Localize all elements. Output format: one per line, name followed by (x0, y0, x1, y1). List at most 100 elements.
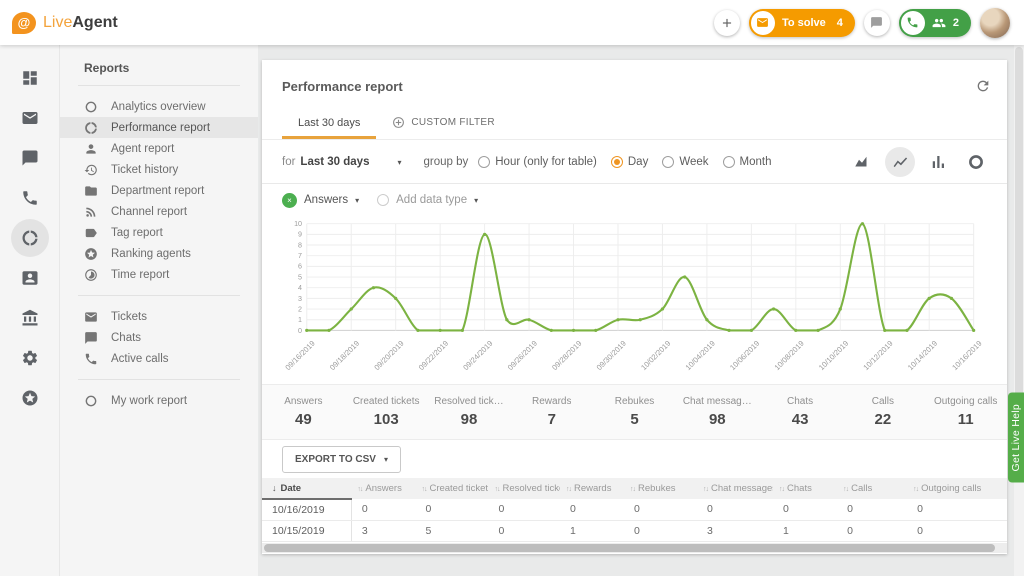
liveagent-logo[interactable]: @ LiveAgent (12, 12, 118, 34)
tab-last-30-days[interactable]: Last 30 days (282, 106, 376, 139)
remove-series-icon[interactable] (282, 193, 297, 208)
rail-item-star-circle[interactable] (10, 378, 50, 418)
stat-calls: Calls22 (841, 396, 924, 428)
table-cell: 3 (351, 520, 415, 541)
column-header-outgoing-calls[interactable]: Outgoing calls (907, 478, 1007, 499)
add-data-type-button[interactable]: Add data type (377, 194, 478, 206)
bar-chart-button[interactable] (923, 147, 953, 177)
export-csv-label: EXPORT TO CSV (295, 454, 376, 465)
radio-day[interactable]: Day (611, 156, 648, 168)
tab-custom-filter[interactable]: CUSTOM FILTER (376, 106, 511, 139)
table-row[interactable]: 10/15/2019350103100 (262, 520, 1007, 541)
sidebar-item-tickets[interactable]: Tickets (60, 306, 258, 327)
reports-sidebar: Reports Analytics overviewPerformance re… (60, 45, 258, 576)
brand-agent: Agent (72, 14, 117, 31)
date-range-select[interactable]: Last 30 days (300, 156, 401, 168)
horizontal-scrollbar[interactable] (262, 543, 1007, 553)
sidebar-item-ranking-agents[interactable]: Ranking agents (60, 243, 258, 264)
radio-month[interactable]: Month (723, 156, 772, 168)
sidebar-item-chats[interactable]: Chats (60, 327, 258, 348)
contact-card-icon (21, 269, 39, 287)
call-icon (84, 352, 98, 366)
vertical-scrollbar-thumb[interactable] (1015, 47, 1023, 397)
chats-indicator-button[interactable] (864, 10, 890, 36)
table-row[interactable]: 10/16/2019000000000 (262, 499, 1007, 520)
brand-live: Live (43, 14, 72, 31)
chat-icon (84, 331, 98, 345)
sidebar-item-my-work-report[interactable]: My work report (60, 390, 258, 411)
column-header-rebukes[interactable]: Rebukes (624, 478, 697, 499)
donut-chart-button[interactable] (961, 147, 991, 177)
rail-item-contact-card[interactable] (10, 258, 50, 298)
sidebar-item-label: Ranking agents (111, 248, 191, 260)
column-header-created-tickets[interactable]: Created tickets (415, 478, 488, 499)
chart-legend: Answers Add data type (262, 184, 1007, 212)
radio-hour-only-for-table[interactable]: Hour (only for table) (478, 156, 597, 168)
avatar[interactable] (980, 8, 1010, 38)
rail-item-chat[interactable] (10, 138, 50, 178)
area-chart-button[interactable] (847, 147, 877, 177)
column-header-chats[interactable]: Chats (773, 478, 837, 499)
report-tabs: Last 30 days CUSTOM FILTER (262, 106, 1007, 140)
refresh-button[interactable] (975, 78, 991, 94)
series-answers-chip[interactable]: Answers (282, 193, 359, 208)
sidebar-item-channel-report[interactable]: Channel report (60, 201, 258, 222)
sidebar-item-time-report[interactable]: Time report (60, 264, 258, 285)
sidebar-item-performance-report[interactable]: Performance report (60, 117, 258, 138)
card-header: Performance report (262, 60, 1007, 106)
rail-item-call[interactable] (10, 178, 50, 218)
stat-chats: Chats43 (759, 396, 842, 428)
area-chart-icon (853, 153, 871, 171)
rail-item-bank[interactable] (10, 298, 50, 338)
stat-label: Resolved tick… (434, 396, 503, 407)
svg-text:10/06/2019: 10/06/2019 (728, 339, 761, 372)
sidebar-item-active-calls[interactable]: Active calls (60, 348, 258, 369)
person-icon (84, 142, 98, 156)
to-solve-button[interactable]: To solve 4 (749, 9, 855, 37)
answers-line-chart: 01234567891009/16/201909/18/201909/20/20… (262, 212, 1007, 384)
table-cell: 0 (907, 499, 1007, 520)
vertical-scrollbar[interactable] (1014, 45, 1024, 576)
chevron-down-icon (355, 194, 359, 206)
group-by-label: group by (423, 156, 468, 168)
column-header-date[interactable]: Date (262, 478, 351, 499)
line-chart-icon (891, 153, 909, 171)
column-label: Rewards (574, 483, 612, 494)
sidebar-item-department-report[interactable]: Department report (60, 180, 258, 201)
stat-answers: Answers49 (262, 396, 345, 428)
sort-icon (703, 483, 711, 494)
sidebar-item-analytics-overview[interactable]: Analytics overview (60, 96, 258, 117)
stat-value: 11 (958, 411, 974, 428)
rail-item-donut[interactable] (10, 218, 50, 258)
svg-text:10/04/2019: 10/04/2019 (684, 339, 717, 372)
column-label: Chat messages (711, 483, 773, 494)
column-header-rewards[interactable]: Rewards (560, 478, 624, 499)
sidebar-item-agent-report[interactable]: Agent report (60, 138, 258, 159)
column-header-calls[interactable]: Calls (837, 478, 907, 499)
column-header-answers[interactable]: Answers (351, 478, 415, 499)
get-live-help-button[interactable]: Get Live Help (1008, 393, 1024, 483)
column-label: Resolved tickets (502, 483, 560, 494)
stats-row: Answers49Created tickets103Resolved tick… (262, 384, 1007, 440)
to-solve-label: To solve (782, 17, 826, 29)
calls-count: 2 (953, 17, 959, 29)
page-title: Performance report (282, 79, 403, 94)
mail-icon (756, 16, 769, 29)
calls-button[interactable]: 2 (899, 9, 971, 37)
rail-item-dashboard[interactable] (10, 58, 50, 98)
divider (78, 295, 240, 296)
export-csv-button[interactable]: EXPORT TO CSV (282, 446, 401, 473)
stat-value: 103 (374, 411, 399, 428)
radio-week[interactable]: Week (662, 156, 708, 168)
add-button[interactable] (714, 10, 740, 36)
scrollbar-thumb[interactable] (264, 544, 995, 552)
table-header-row: DateAnswersCreated tickets Resolved ticke… (262, 478, 1007, 499)
sidebar-item-tag-report[interactable]: Tag report (60, 222, 258, 243)
column-header-resolved-tickets[interactable]: Resolved tickets (488, 478, 560, 499)
stat-value: 5 (630, 411, 638, 428)
line-chart-button[interactable] (885, 147, 915, 177)
sidebar-item-ticket-history[interactable]: Ticket history (60, 159, 258, 180)
rail-item-mail[interactable] (10, 98, 50, 138)
column-header-chat-messages[interactable]: Chat messages (697, 478, 773, 499)
rail-item-gear[interactable] (10, 338, 50, 378)
